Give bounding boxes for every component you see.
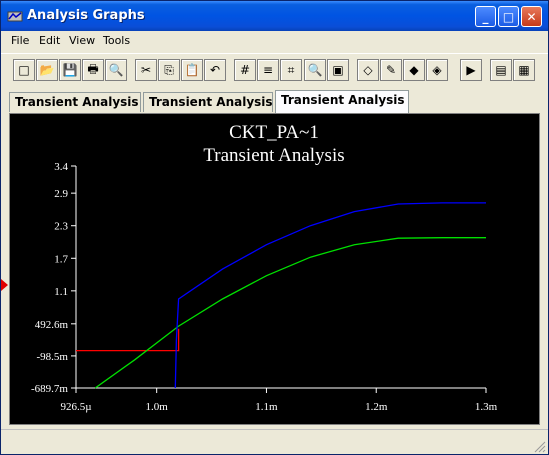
export-chart-icon: ▦: [518, 63, 530, 77]
y-tick-label: 2.3: [54, 221, 68, 233]
export-mathcad-button[interactable]: ▤: [490, 59, 512, 81]
export-mathcad-icon: ▤: [495, 63, 507, 77]
cut-button[interactable]: ✂: [135, 59, 157, 81]
y-tick-label: 1.7: [54, 253, 68, 265]
export-button[interactable]: ◈: [426, 59, 448, 81]
cursors-icon: ⌗: [287, 62, 295, 77]
copy-icon: ⎘: [164, 62, 174, 77]
split-marker-icon[interactable]: [1, 279, 8, 291]
menu-edit[interactable]: Edit: [39, 34, 60, 47]
select-trace-button[interactable]: ◇: [357, 59, 379, 81]
app-icon: [7, 11, 23, 22]
new-icon: □: [18, 63, 30, 77]
print-preview-icon: 🔍: [108, 63, 124, 77]
tab-transient-analysis-3[interactable]: Transient Analysis: [275, 90, 409, 114]
open-icon: 📂: [39, 63, 55, 77]
toolbar: □ 📂 💾 🖶 🔍 ✂ ⎘ 📋 ↶ # ≡ ⌗ 🔍 ▣ ◇ ✎ ◆ ◈ ▶ ▤ ▦: [1, 53, 548, 88]
y-tick-label: 2.9: [54, 188, 68, 200]
open-button[interactable]: 📂: [36, 59, 58, 81]
close-button[interactable]: ✕: [521, 6, 542, 27]
overlay-icon: ▣: [332, 63, 344, 77]
print-preview-button[interactable]: 🔍: [105, 59, 127, 81]
analysis-graphs-window: Analysis Graphs _ □ ✕ File Edit View Too…: [0, 0, 549, 455]
undo-button[interactable]: ↶: [204, 59, 226, 81]
zoom-icon: 🔍: [307, 63, 323, 77]
properties-icon: ✎: [385, 63, 397, 77]
y-tick-label: -98.5m: [37, 351, 69, 363]
minimize-icon: _: [482, 9, 489, 24]
legend-button[interactable]: ≡: [257, 59, 279, 81]
export-excel-icon: ▶: [466, 63, 476, 77]
x-tick-label: 1.2m: [365, 401, 388, 413]
paste-button[interactable]: 📋: [181, 59, 203, 81]
maximize-button[interactable]: □: [498, 6, 519, 27]
select-trace-icon: ◇: [363, 63, 373, 77]
x-tick-label: 926.5µ: [60, 401, 91, 413]
cut-icon: ✂: [140, 63, 152, 77]
menu-tools[interactable]: Tools: [103, 34, 130, 47]
color-button[interactable]: ◆: [403, 59, 425, 81]
grid-icon: #: [239, 63, 251, 77]
trace-2[interactable]: [94, 237, 486, 389]
y-tick-label: 492.6m: [35, 319, 69, 331]
x-tick-label: 1.0m: [146, 401, 169, 413]
window-title: Analysis Graphs: [27, 8, 145, 23]
chart-subtitle: Transient Analysis: [203, 145, 344, 166]
y-tick-label: 3.4: [54, 161, 68, 173]
paste-icon: 📋: [184, 63, 200, 77]
x-tick-label: 1.1m: [255, 401, 278, 413]
zoom-button[interactable]: 🔍: [304, 59, 326, 81]
resize-grip-icon[interactable]: [534, 441, 546, 453]
status-bar: [1, 429, 548, 454]
transient-chart[interactable]: CKT_PA~1 Transient Analysis 3.4 2.9 2.3 1.7…: [10, 114, 539, 424]
tab-transient-analysis-1[interactable]: Transient Analysis: [9, 92, 141, 112]
trace-1[interactable]: [76, 328, 180, 352]
cursors-button[interactable]: ⌗: [280, 59, 302, 81]
export-icon: ◈: [432, 63, 442, 77]
menu-bar: File Edit View Tools: [1, 31, 548, 51]
minimize-button[interactable]: _: [475, 6, 496, 27]
chart-title: CKT_PA~1: [229, 122, 319, 143]
y-tick-label: -689.7m: [31, 383, 68, 395]
y-tick-label: 1.1: [54, 286, 68, 298]
menu-view[interactable]: View: [69, 34, 95, 47]
maximize-icon: □: [502, 9, 515, 24]
export-excel-button[interactable]: ▶: [460, 59, 482, 81]
undo-icon: ↶: [209, 63, 221, 77]
new-button[interactable]: □: [13, 59, 35, 81]
graph-panel[interactable]: CKT_PA~1 Transient Analysis 3.4 2.9 2.3 1.7…: [9, 113, 540, 425]
title-bar[interactable]: Analysis Graphs _ □ ✕: [1, 1, 548, 31]
copy-button[interactable]: ⎘: [158, 59, 180, 81]
overlay-button[interactable]: ▣: [327, 59, 349, 81]
x-tick-label: 1.3m: [475, 401, 498, 413]
menu-file[interactable]: File: [11, 34, 29, 47]
save-icon: 💾: [62, 63, 78, 77]
save-button[interactable]: 💾: [59, 59, 81, 81]
color-icon: ◆: [409, 63, 419, 77]
export-chart-button[interactable]: ▦: [513, 59, 535, 81]
legend-icon: ≡: [262, 63, 274, 77]
properties-button[interactable]: ✎: [380, 59, 402, 81]
print-icon: 🖶: [87, 61, 99, 76]
trace-3[interactable]: [174, 202, 486, 389]
close-icon: ✕: [526, 9, 537, 24]
grid-button[interactable]: #: [234, 59, 256, 81]
tab-transient-analysis-2[interactable]: Transient Analysis: [143, 92, 273, 112]
print-button[interactable]: 🖶: [82, 59, 104, 81]
